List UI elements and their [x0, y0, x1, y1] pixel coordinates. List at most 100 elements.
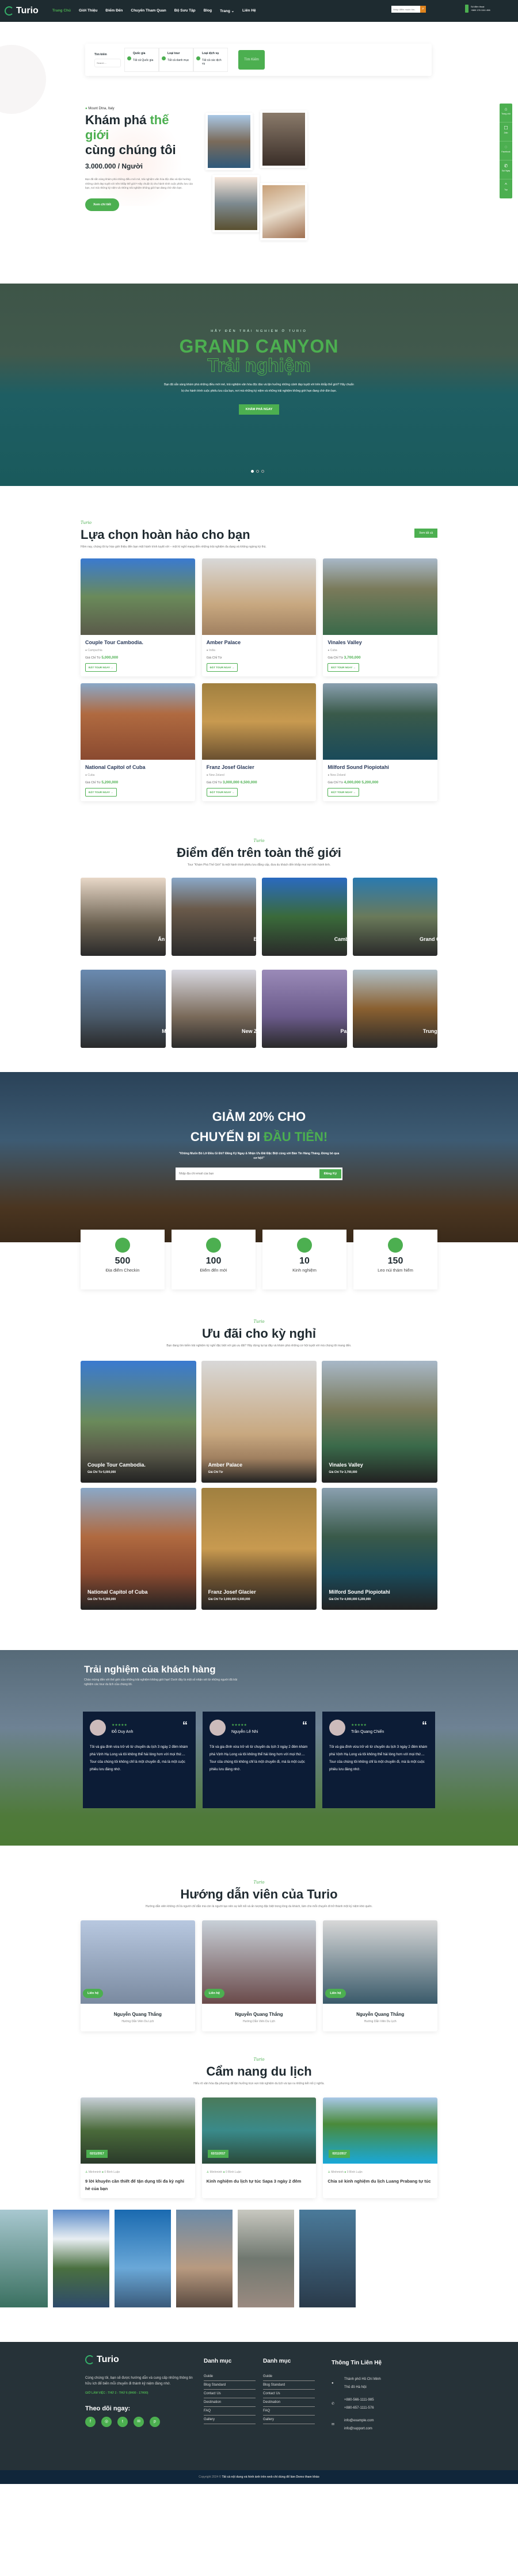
gallery-image[interactable]: [238, 2210, 294, 2307]
deal-card[interactable]: Franz Josef Glacier Giá Chỉ Từ 3,000,000 …: [201, 1488, 317, 1610]
country-select[interactable]: Quốc gia Tất cả Quốc gia: [124, 48, 159, 72]
brand-logo[interactable]: Turio: [5, 6, 39, 16]
blog-card[interactable]: 02/11/2017 ♙ Minhminh ● 0 Bình Luận 9 lời …: [81, 2097, 195, 2198]
deal-card[interactable]: National Capitol of Cuba Giá Chỉ Từ 5,200…: [81, 1488, 196, 1610]
destination-card[interactable]: Trung Quốc: [352, 970, 437, 1048]
tour-name[interactable]: Couple Tour Cambodia.: [85, 640, 191, 645]
header-search-input[interactable]: [391, 6, 420, 13]
tour-card[interactable]: Vinales Valley ● Cuba Giá Chỉ Từ 3,700,000…: [323, 558, 437, 676]
contact-guide-button[interactable]: Liên hệ: [325, 1989, 346, 1998]
footer-link[interactable]: Destination: [263, 2398, 315, 2407]
deal-card[interactable]: Couple Tour Cambodia. Giá Chỉ Từ 5,000,00…: [81, 1361, 196, 1483]
slider-dot[interactable]: [256, 470, 259, 473]
destination-card[interactable]: Ấn Độ: [81, 878, 166, 956]
footer-link[interactable]: Blog Standard: [204, 2381, 256, 2390]
tour-type-select[interactable]: Loại tour Tất cả danh mục: [159, 48, 193, 72]
footer-link[interactable]: Gallery: [204, 2416, 256, 2424]
facebook-icon[interactable]: f: [85, 2417, 96, 2427]
post-title[interactable]: Chia sẻ kinh nghiệm du lịch Luang Praban…: [323, 2174, 437, 2191]
footer-link[interactable]: Guide: [263, 2372, 315, 2381]
nav-item-tours[interactable]: Chuyến Tham Quan: [131, 9, 166, 13]
gallery-image[interactable]: [0, 2210, 48, 2307]
search-icon[interactable]: ⌕: [420, 6, 426, 13]
view-details-button[interactable]: Xem chi tiết: [85, 198, 119, 211]
mail-icon[interactable]: ✉: [134, 2417, 144, 2427]
sidebar-zalo[interactable]: ☐ Zalo: [500, 123, 512, 141]
footer-link[interactable]: Contact Us: [263, 2390, 315, 2398]
guide-role: Hướng Dẫn Viên Du Lịch: [121, 2020, 154, 2023]
book-tour-button[interactable]: ĐẶT TOUR NGAY →: [327, 788, 360, 797]
tour-name[interactable]: Franz Josef Glacier: [207, 764, 312, 770]
post-title[interactable]: Kinh nghiệm du lịch tự túc Sapa 3 ngày 2…: [202, 2174, 317, 2191]
footer-link[interactable]: Blog Standard: [263, 2381, 315, 2390]
deal-card[interactable]: Amber Palace Giá Chỉ Từ: [201, 1361, 317, 1483]
footer-link[interactable]: FAQ: [263, 2407, 315, 2416]
view-all-button[interactable]: Xem tất cả: [414, 529, 437, 538]
destination-card[interactable]: Paris: [262, 970, 347, 1048]
tour-name[interactable]: National Capitol of Cuba: [85, 764, 191, 770]
book-tour-button[interactable]: ĐẶT TOUR NGAY →: [85, 788, 117, 797]
nav-item-gallery[interactable]: Bộ Sưu Tập: [174, 9, 196, 13]
tour-card[interactable]: National Capitol of Cuba ● Cuba Giá Chỉ Từ…: [81, 683, 195, 801]
sidebar-facebook[interactable]: ◌ Facebook: [500, 141, 512, 160]
contact-guide-button[interactable]: Liên hệ: [83, 1989, 104, 1998]
destination-card[interactable]: Mỹ: [81, 970, 166, 1048]
nav-item-pages[interactable]: Trang ⌄: [220, 9, 234, 13]
phone-number-link[interactable]: +880 176 1111 456: [471, 9, 490, 12]
gallery-image[interactable]: [53, 2210, 109, 2307]
book-tour-button[interactable]: ĐẶT TOUR NGAY →: [85, 663, 117, 672]
footer-link[interactable]: Guide: [204, 2372, 256, 2381]
service-type-select[interactable]: Loại dịch vụ Tất cả các dịch vụ: [193, 48, 228, 72]
instagram-icon[interactable]: ◎: [101, 2417, 112, 2427]
deal-card[interactable]: Vinales Valley Giá Chỉ Từ 3,700,000: [322, 1361, 437, 1483]
destination-card[interactable]: Bỉ: [171, 878, 256, 956]
sidebar-top[interactable]: ^ Top: [500, 179, 512, 198]
tour-name[interactable]: Milford Sound Piopiotahi: [327, 764, 433, 770]
footer-logo[interactable]: Turio: [85, 2355, 195, 2365]
slider-dot[interactable]: [261, 470, 264, 473]
book-tour-button[interactable]: ĐẶT TOUR NGAY →: [206, 788, 238, 797]
tour-card[interactable]: Franz Josef Glacier ● New Zeland Giá Chỉ T…: [201, 683, 317, 801]
gallery-image[interactable]: [115, 2210, 171, 2307]
sidebar-home[interactable]: ⌂ Trang chủ: [500, 104, 512, 123]
post-title[interactable]: 9 lời khuyên cần thiết để tận dụng tối đ…: [81, 2174, 195, 2198]
deal-card[interactable]: Milford Sound Piopiotahi Giá Chỉ Từ 4,000…: [322, 1488, 437, 1610]
blog-card[interactable]: 02/11/2017 ♙ Minhminh ● 0 Bình Luận Kinh n…: [201, 2097, 317, 2198]
sidebar-call[interactable]: ✆ Gọi Ngay: [500, 160, 512, 179]
footer-link[interactable]: Gallery: [263, 2416, 315, 2424]
tour-card[interactable]: Couple Tour Cambodia. ● Campuchia Giá Chỉ …: [81, 558, 195, 676]
subscribe-button[interactable]: Đăng Ký: [319, 1169, 341, 1178]
footer-link[interactable]: Contact Us: [204, 2390, 256, 2398]
gallery-image[interactable]: [299, 2210, 356, 2307]
book-tour-button[interactable]: ĐẶT TOUR NGAY →: [327, 663, 360, 672]
pinterest-icon[interactable]: p: [150, 2417, 160, 2427]
post-author: Minhminh: [331, 2171, 344, 2174]
contact-guide-button[interactable]: Liên hệ: [204, 1989, 224, 1998]
nav-item-home[interactable]: Trang Chủ: [52, 9, 71, 13]
explore-now-button[interactable]: KHÁM PHÁ NGAY: [238, 404, 280, 415]
tour-name[interactable]: Vinales Valley: [327, 640, 433, 645]
footer-link[interactable]: Destination: [204, 2398, 256, 2407]
nav-item-blog[interactable]: Blog: [204, 9, 212, 13]
reviewer-name: Đỗ Duy Anh: [112, 1730, 134, 1734]
tour-card[interactable]: Milford Sound Piopiotahi ● New Zeland Giá …: [323, 683, 437, 801]
nav-item-destinations[interactable]: Điểm Đến: [105, 9, 123, 13]
keyword-search-input[interactable]: [94, 58, 121, 67]
nav-item-about[interactable]: Giới Thiệu: [79, 9, 97, 13]
twitter-icon[interactable]: t: [117, 2417, 128, 2427]
search-submit-button[interactable]: Tìm Kiếm: [238, 50, 265, 70]
destination-card[interactable]: Grand Canyon: [352, 878, 437, 956]
destination-card[interactable]: Cambodia: [262, 878, 347, 956]
price-value: 3,700,000: [344, 1471, 357, 1474]
nav-item-contact[interactable]: Liên Hệ: [242, 9, 256, 13]
tour-card[interactable]: Amber Palace ● India Giá Chỉ Từ ĐẶT TOUR N…: [201, 558, 317, 676]
slider-dot[interactable]: [251, 470, 254, 473]
destination-card[interactable]: New Zeland: [171, 970, 256, 1048]
tour-name[interactable]: Amber Palace: [207, 640, 312, 645]
tour-location: ● Campuchia: [85, 649, 191, 652]
book-tour-button[interactable]: ĐẶT TOUR NGAY →: [206, 663, 238, 672]
email-input[interactable]: [179, 1172, 283, 1176]
gallery-image[interactable]: [176, 2210, 233, 2307]
footer-link[interactable]: FAQ: [204, 2407, 256, 2416]
blog-card[interactable]: 02/11/2017 ♙ Minhminh ● 0 Bình Luận Chia s…: [323, 2097, 437, 2198]
